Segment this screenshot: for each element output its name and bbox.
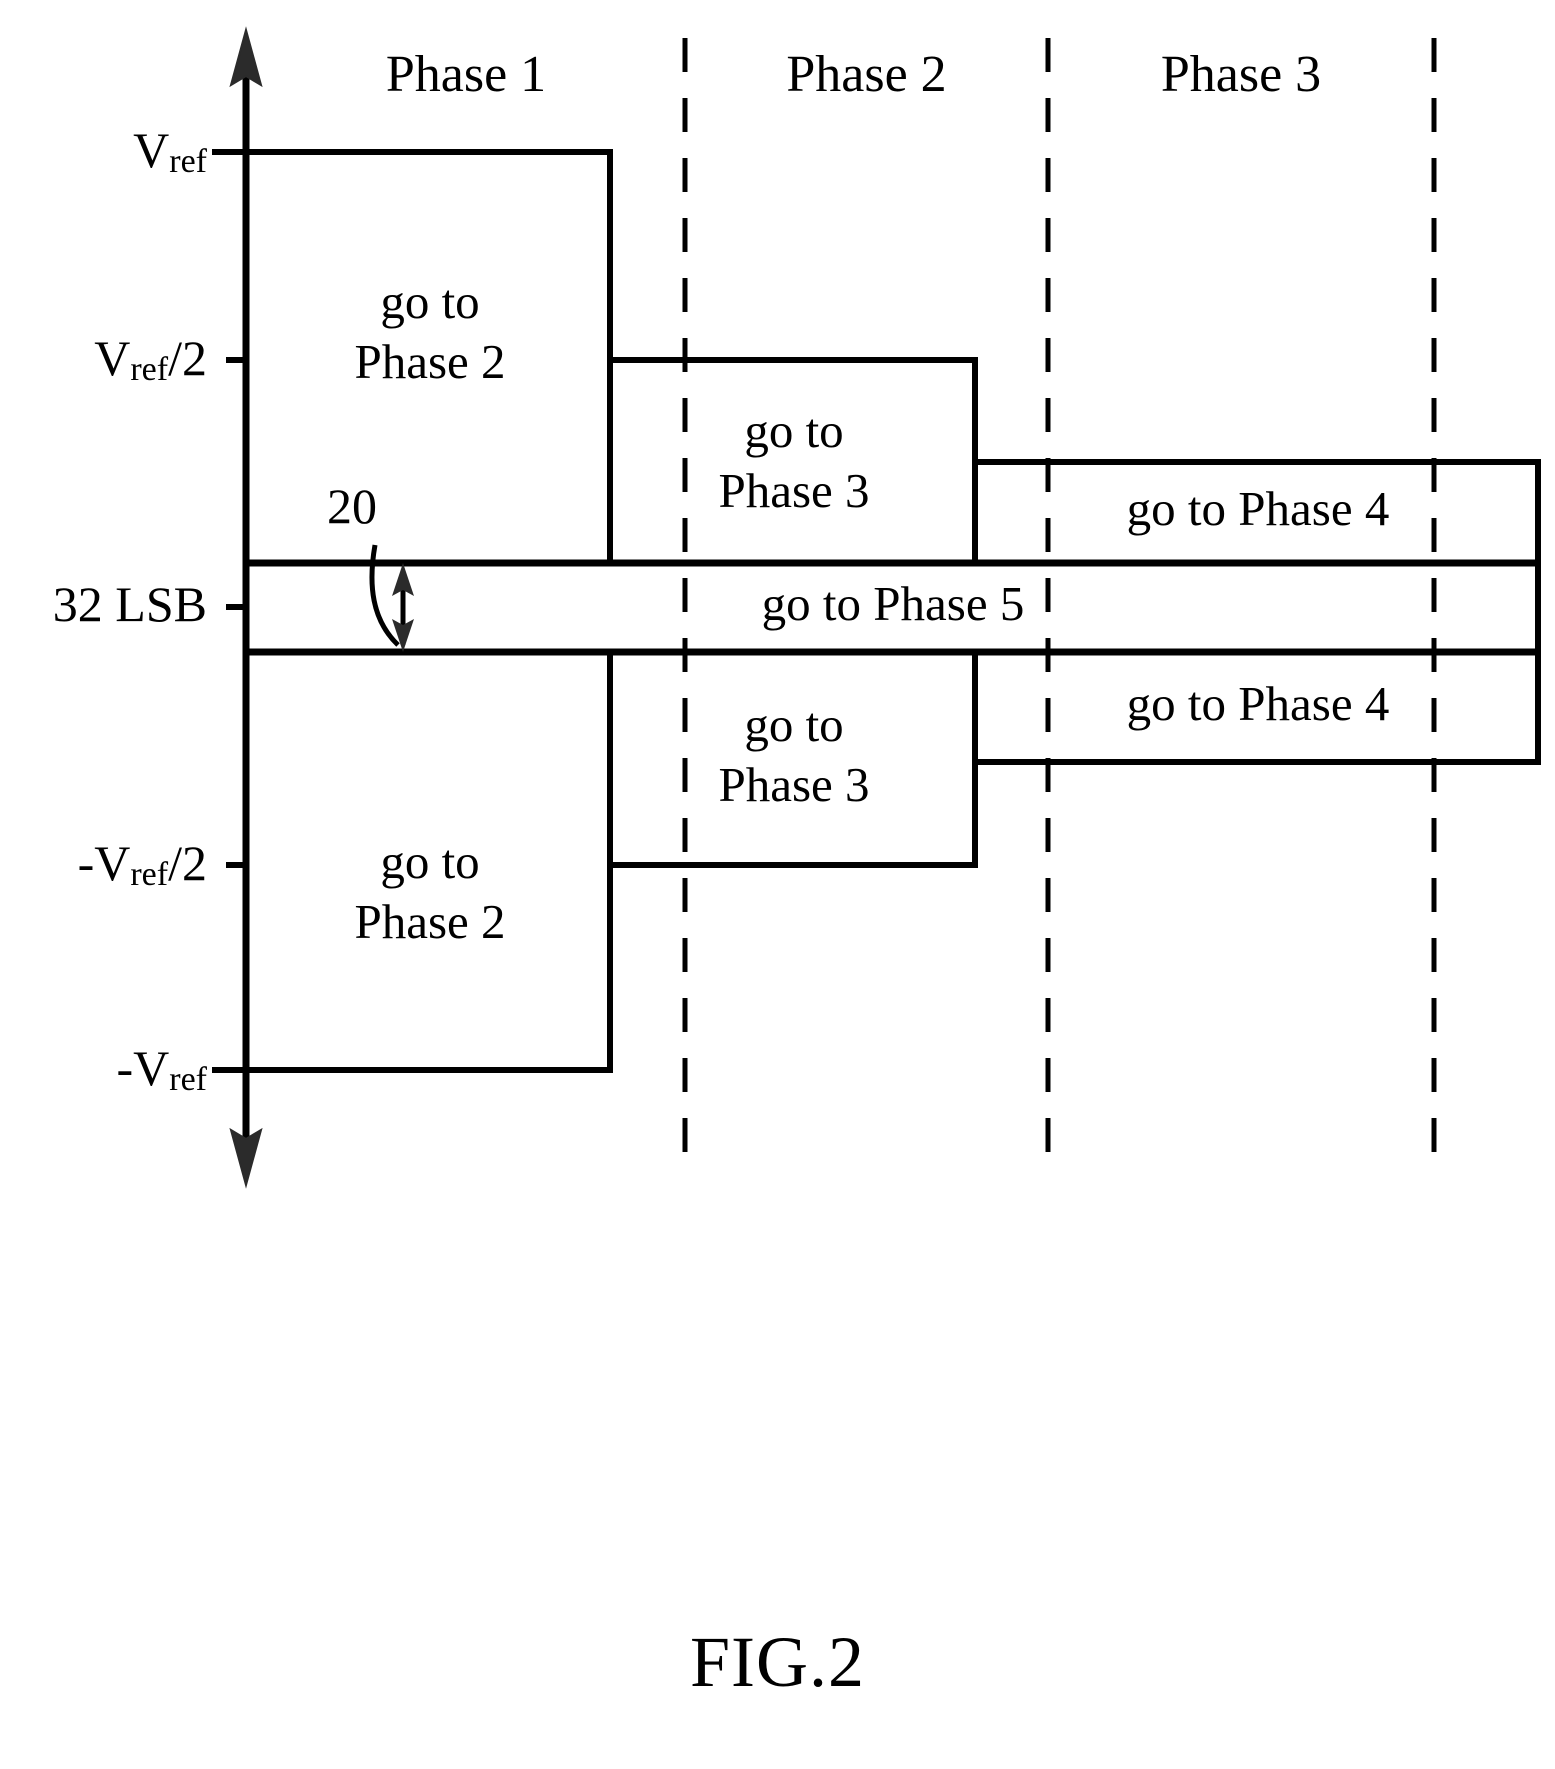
reference-numeral-20: 20 — [327, 478, 377, 534]
axis-label-vref-subscript: ref — [169, 143, 207, 180]
region-label-phase1-lower: go to Phase 2 — [250, 832, 610, 952]
region-label-phase3-lower: go to Phase 4 — [1126, 676, 1390, 731]
region-label-phase2-lower: go to Phase 3 — [614, 695, 974, 815]
axis-label-vref-half-subscript: ref — [130, 351, 169, 388]
region-label-phase2-upper-line1: go to — [744, 403, 844, 458]
region-label-phase3-upper: go to Phase 4 — [1126, 481, 1390, 536]
axis-label-vref-half-text: Vref/2 — [94, 330, 207, 388]
region-label-phase1-lower-line2: Phase 2 — [354, 893, 506, 949]
axis-label-neg-vref-half-subscript: ref — [130, 856, 169, 893]
axis-label-neg-vref-subscript: ref — [169, 1061, 207, 1098]
patent-figure-2: Vref Vref/2 32 LSB -Vref/2 -Vref Phase 1… — [0, 0, 1555, 1769]
axis-label-neg-vref-half-text: -Vref/2 — [77, 835, 207, 893]
region-label-phase2-lower-line2: Phase 3 — [718, 756, 870, 812]
region-label-center-band: go to Phase 5 — [761, 576, 1025, 631]
axis-label-vref-half: Vref/2 — [94, 330, 207, 388]
phase-header-phase-3: Phase 3 — [1160, 46, 1322, 103]
phase-header-phase-2: Phase 2 — [786, 46, 947, 103]
region-label-phase1-upper-line2: Phase 2 — [354, 333, 506, 389]
axis-label-neg-vref: -Vref — [116, 1040, 207, 1098]
axis-label-neg-vref-text: -Vref — [116, 1040, 207, 1098]
phase-header-phase-1: Phase 1 — [385, 46, 547, 103]
region-label-phase1-lower-line1: go to — [380, 834, 480, 889]
axis-label-neg-vref-half: -Vref/2 — [77, 835, 207, 893]
axis-label-32lsb: 32 LSB — [53, 578, 207, 631]
diagram-linework — [212, 26, 1541, 1189]
axis-label-vref-text: Vref — [133, 122, 207, 180]
region-label-phase2-lower-line1: go to — [744, 697, 844, 752]
region-label-phase1-upper: go to Phase 2 — [250, 272, 610, 392]
region-label-phase2-upper-line2: Phase 3 — [718, 462, 870, 518]
axis-label-32lsb-text: 32 LSB — [52, 576, 207, 632]
y-axis-arrow-down — [229, 1127, 263, 1189]
region-label-phase2-upper: go to Phase 3 — [614, 401, 974, 521]
figure-caption: FIG.2 — [689, 1622, 865, 1702]
region-label-phase1-upper-line1: go to — [380, 274, 480, 329]
axis-label-vref: Vref — [133, 122, 207, 180]
